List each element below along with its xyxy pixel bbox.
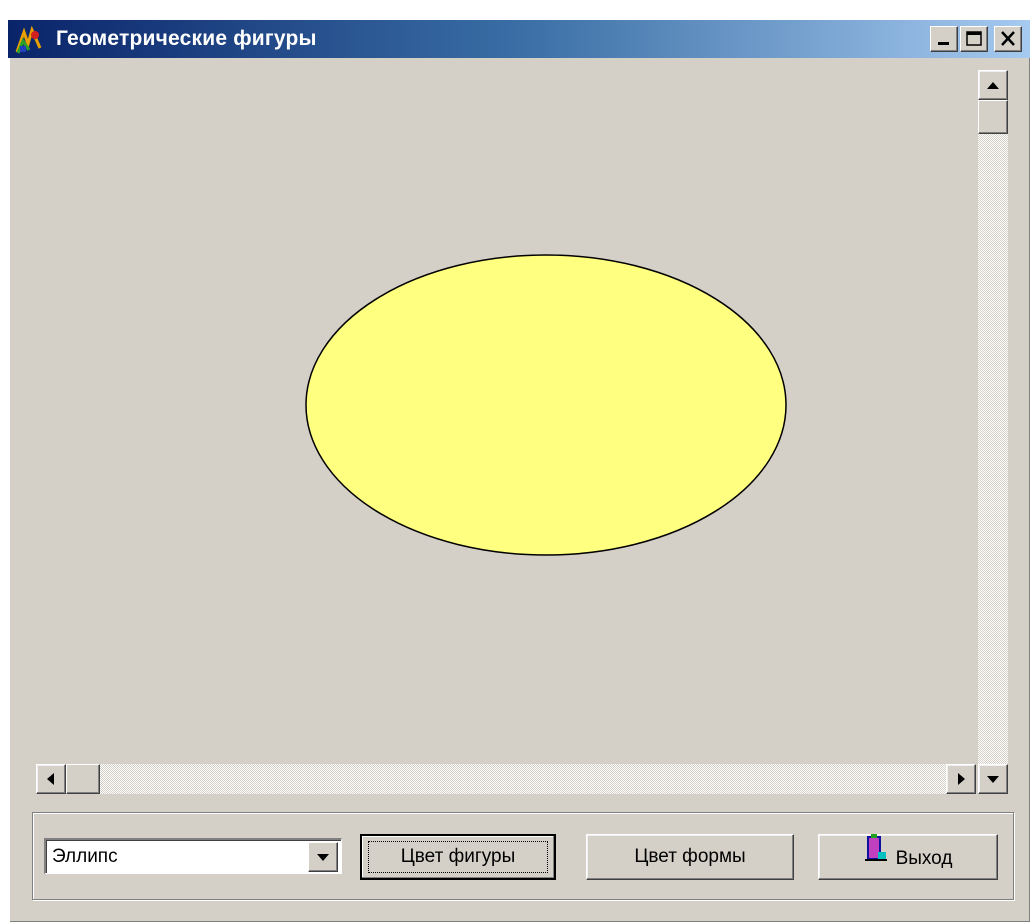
minimize-button[interactable] xyxy=(930,26,958,52)
arrow-left-icon xyxy=(47,773,54,785)
shape-select[interactable]: Эллипс xyxy=(44,838,342,874)
exit-button-label: Выход xyxy=(895,847,953,869)
exit-door-icon xyxy=(864,832,888,879)
maximize-button[interactable] xyxy=(960,26,988,52)
horizontal-scroll-track[interactable] xyxy=(66,764,946,794)
vertical-scroll-thumb[interactable] xyxy=(978,100,1008,134)
chevron-down-icon xyxy=(317,854,329,861)
scroll-up-button[interactable] xyxy=(978,70,1008,100)
window-title: Геометрические фигуры xyxy=(56,27,317,50)
vertical-scroll-track[interactable] xyxy=(978,100,1008,764)
scroll-right-button[interactable] xyxy=(946,764,976,794)
figure-color-button[interactable]: Цвет фигуры xyxy=(360,834,556,880)
form-color-button-label: Цвет формы xyxy=(634,846,746,867)
arrow-up-icon xyxy=(987,82,999,89)
exit-button[interactable]: Выход xyxy=(818,834,998,880)
app-figures-icon[interactable] xyxy=(14,25,44,56)
figure-color-button-label: Цвет фигуры xyxy=(400,846,516,867)
scroll-down-button[interactable] xyxy=(978,764,1008,794)
shape-select-value: Эллипс xyxy=(52,846,118,867)
minimize-icon xyxy=(938,42,949,45)
shape-select-dropdown-button[interactable] xyxy=(308,842,338,872)
arrow-down-icon xyxy=(987,776,999,783)
scroll-left-button[interactable] xyxy=(36,764,66,794)
maximize-icon xyxy=(966,31,982,46)
form-color-button[interactable]: Цвет формы xyxy=(586,834,794,880)
close-icon xyxy=(1001,31,1015,46)
close-button[interactable] xyxy=(994,26,1022,52)
arrow-right-icon xyxy=(958,773,965,785)
horizontal-scroll-thumb[interactable] xyxy=(66,764,100,794)
